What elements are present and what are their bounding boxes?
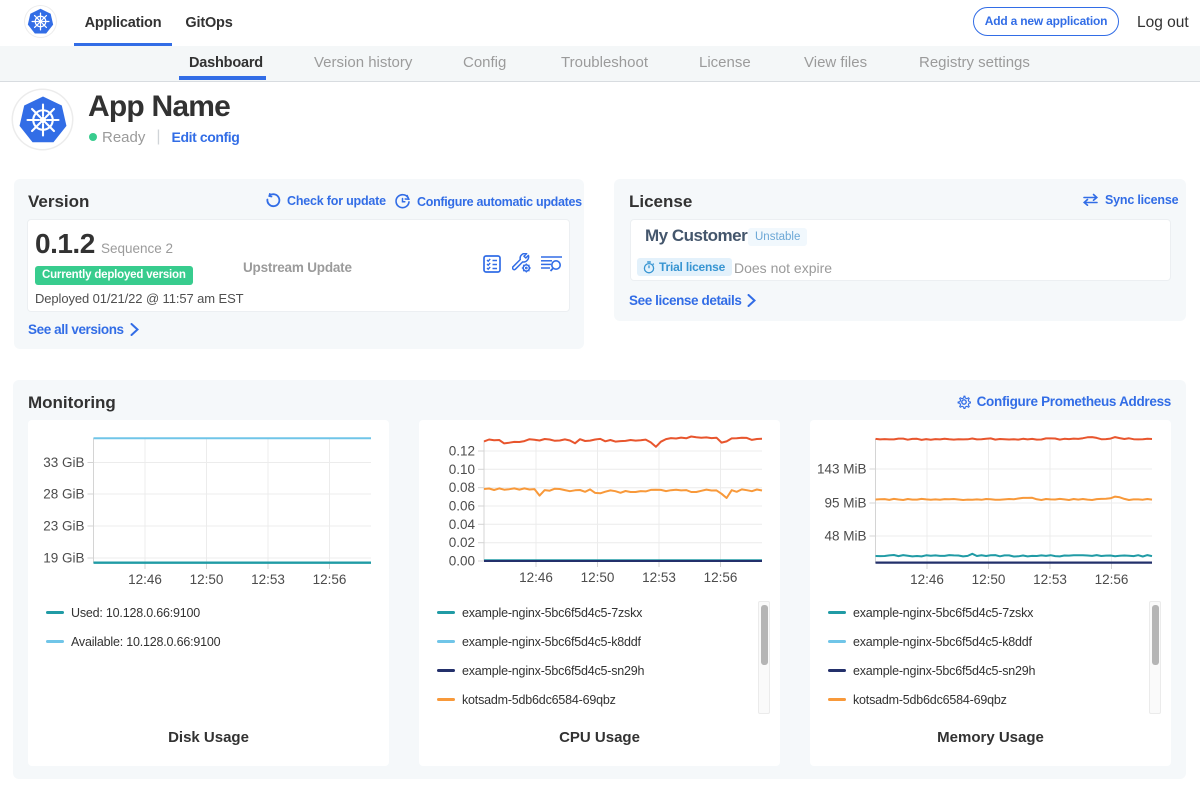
svg-text:12:56: 12:56 [313, 572, 347, 587]
svg-text:12:53: 12:53 [642, 570, 676, 585]
svg-text:12:56: 12:56 [704, 570, 738, 585]
svg-text:23 GiB: 23 GiB [43, 519, 84, 534]
svg-text:12:53: 12:53 [251, 572, 285, 587]
svg-text:19 GiB: 19 GiB [43, 551, 84, 566]
svg-text:0.12: 0.12 [449, 444, 475, 459]
svg-text:48 MiB: 48 MiB [824, 529, 866, 544]
svg-text:12:56: 12:56 [1095, 572, 1129, 587]
svg-text:12:46: 12:46 [910, 572, 944, 587]
svg-text:0.10: 0.10 [449, 462, 475, 477]
svg-text:0.08: 0.08 [449, 480, 475, 495]
svg-text:12:46: 12:46 [128, 572, 162, 587]
svg-text:12:50: 12:50 [581, 570, 615, 585]
svg-text:143 MiB: 143 MiB [817, 462, 867, 477]
svg-text:0.00: 0.00 [449, 554, 475, 569]
svg-text:95 MiB: 95 MiB [824, 496, 866, 511]
svg-text:12:50: 12:50 [972, 572, 1006, 587]
svg-text:12:46: 12:46 [519, 570, 553, 585]
svg-text:28 GiB: 28 GiB [43, 487, 84, 502]
svg-text:0.06: 0.06 [449, 499, 475, 514]
svg-text:12:53: 12:53 [1033, 572, 1067, 587]
svg-text:0.04: 0.04 [449, 517, 476, 532]
svg-text:0.02: 0.02 [449, 535, 475, 550]
svg-text:33 GiB: 33 GiB [43, 455, 84, 470]
svg-text:12:50: 12:50 [190, 572, 224, 587]
